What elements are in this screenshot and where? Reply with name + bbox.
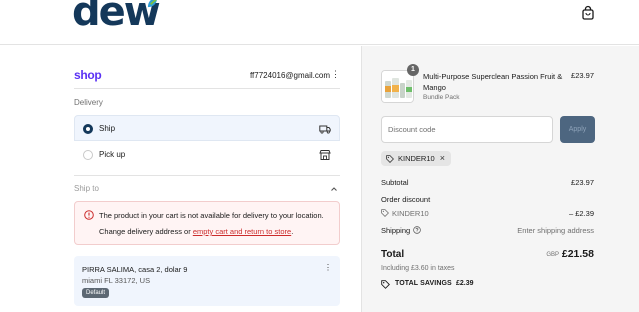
delivery-option-pickup[interactable]: Pick up <box>74 141 340 167</box>
order-summary: 1 Multi-Purpose Superclean Passion Fruit… <box>361 46 639 312</box>
delivery-option-label: Pick up <box>99 150 126 159</box>
subtotal-label: Subtotal <box>381 178 409 187</box>
tag-icon <box>381 280 390 289</box>
radio-selected-icon[interactable] <box>83 124 93 134</box>
total-savings-value: £2.39 <box>456 280 474 287</box>
address-line2: miami FL 33172, US <box>82 276 151 285</box>
help-circle-icon[interactable] <box>413 226 421 234</box>
shipping-label: Shipping <box>381 226 411 235</box>
currency-code: GBP <box>546 252 559 258</box>
default-badge: Default <box>82 288 110 298</box>
ship-to-heading: Ship to <box>74 184 99 193</box>
discount-code-label: KINDER10 <box>392 209 429 218</box>
product-variant: Bundle Pack <box>423 94 460 101</box>
product-image-icon <box>382 71 413 102</box>
divider <box>74 175 340 176</box>
divider <box>74 88 340 89</box>
store-icon <box>319 150 331 160</box>
empty-cart-link[interactable]: empty cart and return to store <box>193 227 291 236</box>
total-savings-label: TOTAL SAVINGS <box>395 280 452 287</box>
subtotal-value: £23.97 <box>571 178 594 187</box>
delivery-error-alert: The product in your cart is not availabl… <box>74 201 340 245</box>
delivery-option-label: Ship <box>99 124 116 133</box>
discount-code-input[interactable] <box>381 116 553 143</box>
alert-action-text: Change delivery address or empty cart an… <box>99 227 293 236</box>
total-label: Total <box>381 249 405 260</box>
store-logo[interactable]: dew <box>72 0 161 32</box>
checkout-form: shop ff7724016@gmail.com ⋮ Delivery Ship… <box>0 46 360 312</box>
taxes-note: Including £3.60 in taxes <box>381 265 455 272</box>
remove-code-icon[interactable]: × <box>440 154 445 163</box>
discount-amount: – £2.39 <box>568 209 594 218</box>
total-value: £21.58 <box>561 248 594 260</box>
account-email: ff7724016@gmail.com <box>249 71 330 80</box>
address-line1: PIRRA SALIMA, casa 2, dolar 9 <box>82 265 188 274</box>
applied-discount-chip: KINDER10 × <box>381 151 451 166</box>
alert-action-suffix: . <box>291 227 294 236</box>
delivery-heading: Delivery <box>74 98 103 107</box>
address-kebab-menu-icon[interactable]: ⋮ <box>324 264 332 272</box>
delivery-option-ship[interactable]: Ship <box>74 115 340 141</box>
site-header: dew <box>0 0 639 45</box>
apply-discount-button[interactable]: Apply <box>560 116 595 143</box>
quantity-badge: 1 <box>407 64 419 76</box>
shipping-value: Enter shipping address <box>517 226 594 235</box>
truck-icon <box>319 125 331 134</box>
tag-icon <box>381 209 389 217</box>
applied-code-text: KINDER10 <box>398 154 435 163</box>
shopping-bag-icon[interactable] <box>580 5 596 21</box>
leaf-logo-icon <box>147 0 157 8</box>
error-circle-icon <box>84 210 94 220</box>
radio-unselected-icon[interactable] <box>83 150 93 160</box>
chevron-up-icon[interactable] <box>330 185 338 193</box>
product-price: £23.97 <box>571 71 594 80</box>
tag-icon <box>386 154 394 163</box>
order-discount-label: Order discount <box>381 195 431 204</box>
alert-action-prefix: Change delivery address or <box>99 227 193 236</box>
kebab-menu-icon[interactable]: ⋮ <box>331 70 340 79</box>
alert-message: The product in your cart is not availabl… <box>99 211 324 220</box>
saved-address-card[interactable]: PIRRA SALIMA, casa 2, dolar 9 miami FL 3… <box>74 256 340 306</box>
shop-pay-logo: shop <box>74 68 102 82</box>
product-name: Multi-Purpose Superclean Passion Fruit &… <box>423 72 563 92</box>
